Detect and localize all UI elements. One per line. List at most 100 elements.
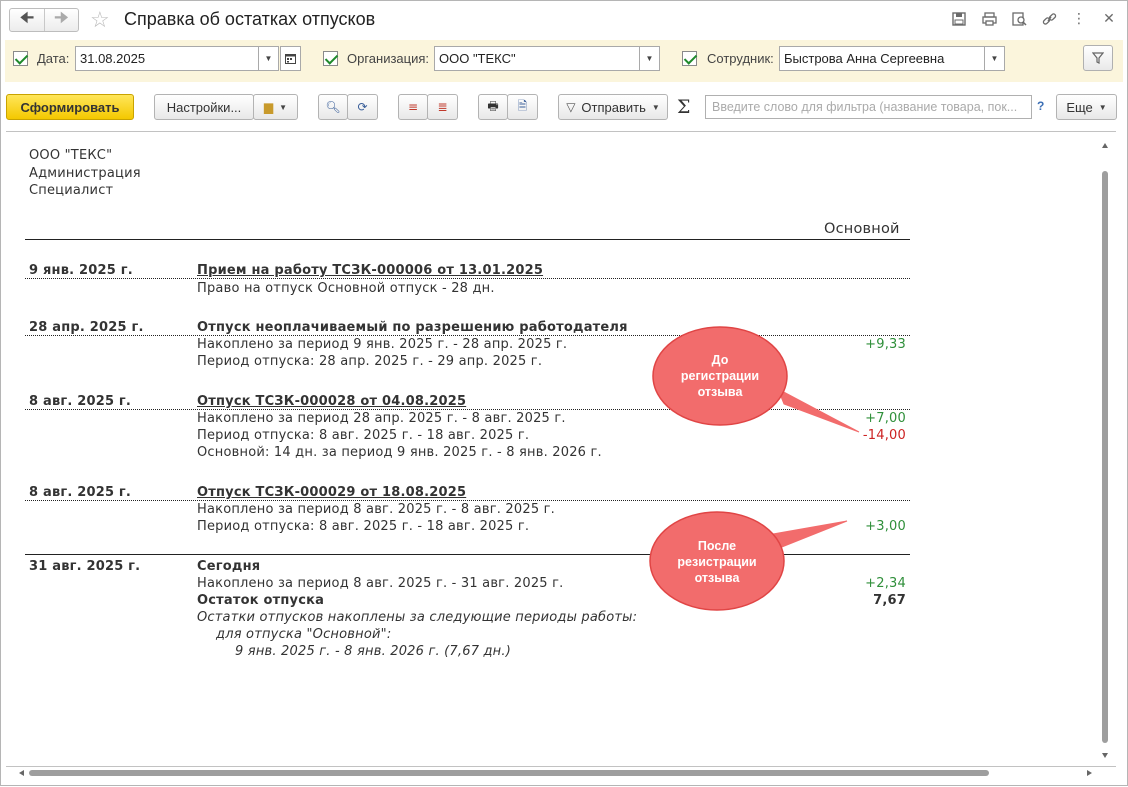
entry-date: 28 апр. 2025 г. (29, 320, 144, 335)
vertical-scroll-thumb[interactable] (1102, 171, 1108, 743)
employee-label: Сотрудник: (707, 51, 774, 66)
generate-button[interactable]: Сформировать (6, 94, 134, 120)
print-button[interactable]: 🖶 (478, 94, 508, 120)
print-preview-button[interactable]: 🗎 (507, 94, 538, 120)
chevron-down-icon: ▼ (1098, 102, 1107, 112)
entry-value: +2,34 (865, 576, 906, 591)
chevron-down-icon: ▼ (651, 102, 660, 112)
entry-title: Отпуск неоплачиваемый по разрешению рабо… (197, 320, 628, 335)
org-dropdown-button[interactable]: ▼ (639, 46, 660, 71)
entry-date: 8 авг. 2025 г. (29, 394, 132, 409)
help-icon[interactable]: ? (1037, 99, 1044, 113)
org-checkbox[interactable] (323, 51, 338, 66)
remainder-note: 9 янв. 2025 г. - 8 янв. 2026 г. (7,67 дн… (235, 644, 511, 659)
callout-before-text: До регистрации отзыва (670, 352, 770, 400)
remainder-note: для отпуска "Основной": (216, 627, 392, 642)
employee-input[interactable]: Быстрова Анна Сергеевна (779, 46, 985, 71)
employee-dropdown-button[interactable]: ▼ (984, 46, 1005, 71)
entry-line: Право на отпуск Основной отпуск - 28 дн. (197, 281, 495, 296)
entry-title[interactable]: Прием на работу ТСЗК-000006 от 13.01.202… (197, 263, 543, 278)
entry-line: Накоплено за период 8 авг. 2025 г. - 31 … (197, 576, 564, 591)
org-label: Организация: (347, 51, 430, 66)
link-icon[interactable] (1041, 11, 1057, 27)
callout-after-line: отзыва (694, 571, 740, 585)
report-org: ООО "ТЕКС" (29, 148, 113, 163)
report-department: Администрация (29, 166, 141, 181)
entry-date: 9 янв. 2025 г. (29, 263, 133, 278)
remainder-label: Остаток отпуска (197, 593, 325, 608)
toolbar: Сформировать Настройки... ▆ ▼ 🔍︎ ⟳ ≡ ≣ 🖶 … (1, 87, 1127, 127)
report-position: Специалист (29, 183, 114, 198)
report-area: ООО "ТЕКС" Администрация Специалист Осно… (6, 131, 1116, 767)
entry-divider (25, 335, 910, 336)
filter-bar: Дата: 31.08.2025 ▼ Организация: ООО "ТЕК… (5, 40, 1123, 82)
entry-line: Накоплено за период 28 апр. 2025 г. - 8 … (197, 411, 566, 426)
entry-line: Накоплено за период 9 янв. 2025 г. - 28 … (197, 337, 568, 352)
date-label: Дата: (37, 51, 70, 66)
send-funnel-icon: ▽ (566, 100, 576, 114)
more-button[interactable]: Еще ▼ (1056, 94, 1117, 120)
window-title: Справка об остатках отпусков (124, 9, 376, 29)
collapse-icon: ≣ (437, 100, 448, 114)
nav-buttons: 🠈 🠊 (9, 8, 79, 32)
org-input[interactable]: ООО "ТЕКС" (434, 46, 640, 71)
entry-value: +7,00 (865, 411, 906, 426)
entry-line: Основной: 14 дн. за период 9 янв. 2025 г… (197, 445, 602, 460)
vertical-scrollbar[interactable] (1100, 141, 1110, 761)
callout-before-line: регистрации (680, 369, 760, 383)
entry-value: +3,00 (865, 519, 906, 534)
callout-after-line: резистрации (677, 555, 757, 569)
settings-button[interactable]: Настройки... (154, 94, 254, 120)
entry-title[interactable]: Отпуск ТСЗК-000028 от 04.08.2025 (197, 394, 466, 409)
entry-line: Период отпуска: 28 апр. 2025 г. - 29 апр… (197, 354, 543, 369)
back-arrow-icon[interactable]: 🠈 (10, 9, 44, 31)
scroll-left-icon[interactable] (19, 770, 24, 776)
print-icon[interactable] (981, 11, 997, 27)
variants-button[interactable]: ▆ ▼ (253, 94, 298, 120)
date-dropdown-button[interactable]: ▼ (258, 46, 279, 71)
report-window: 🠈 🠊 ☆ Справка об остатках отпусков ⋮ ✕ Д… (0, 0, 1128, 786)
date-input[interactable]: 31.08.2025 (75, 46, 259, 71)
title-bar: 🠈 🠊 ☆ Справка об остатках отпусков ⋮ ✕ (1, 1, 1127, 39)
date-checkbox[interactable] (13, 51, 28, 66)
more-menu-icon[interactable]: ⋮ (1071, 11, 1087, 27)
find-button[interactable]: 🔍︎ (318, 94, 348, 120)
horizontal-scroll-thumb[interactable] (29, 770, 989, 776)
entry-date: 31 авг. 2025 г. (29, 559, 141, 574)
print-preview-icon: 🗎 (517, 98, 528, 113)
close-icon[interactable]: ✕ (1101, 11, 1117, 27)
horizontal-scrollbar[interactable] (17, 768, 1097, 778)
forward-arrow-icon[interactable]: 🠊 (43, 9, 78, 31)
more-button-label: Еще (1066, 99, 1093, 115)
entry-line: Накоплено за период 8 авг. 2025 г. - 8 а… (197, 502, 555, 517)
entry-title[interactable]: Отпуск ТСЗК-000029 от 18.08.2025 (197, 485, 466, 500)
collapse-groups-button[interactable]: ≣ (427, 94, 458, 120)
scroll-down-icon[interactable] (1102, 753, 1108, 758)
employee-checkbox[interactable] (682, 51, 697, 66)
calendar-icon[interactable] (280, 46, 301, 71)
send-button[interactable]: ▽ Отправить ▼ (558, 94, 668, 120)
callout-before-line: отзыва (697, 385, 743, 399)
callout-before-line: До (711, 353, 729, 367)
entry-line: Период отпуска: 8 авг. 2025 г. - 18 авг.… (197, 428, 530, 443)
search-next-icon: ⟳ (357, 100, 368, 114)
save-icon[interactable] (951, 11, 967, 27)
entry-date: 8 авг. 2025 г. (29, 485, 132, 500)
filter-search-input[interactable]: Введите слово для фильтра (название това… (705, 95, 1032, 119)
remainder-value: 7,67 (873, 593, 906, 608)
callout-after-text: После резистрации отзыва (667, 538, 767, 586)
expand-groups-button[interactable]: ≡ (398, 94, 428, 120)
entry-divider (25, 409, 910, 410)
sum-icon[interactable]: Σ (677, 96, 690, 118)
today-divider (25, 554, 910, 555)
find-next-button[interactable]: ⟳ (347, 94, 378, 120)
favorite-star-icon[interactable]: ☆ (90, 7, 110, 33)
filter-funnel-icon[interactable] (1083, 45, 1113, 71)
preview-icon[interactable] (1011, 11, 1027, 27)
chevron-down-icon: ▼ (279, 102, 288, 112)
remainder-note: Остатки отпусков накоплены за следующие … (197, 610, 638, 625)
scroll-up-icon[interactable] (1102, 143, 1108, 148)
column-title: Основной (824, 221, 900, 237)
callout-after-line: После (697, 539, 737, 553)
scroll-right-icon[interactable] (1087, 770, 1092, 776)
